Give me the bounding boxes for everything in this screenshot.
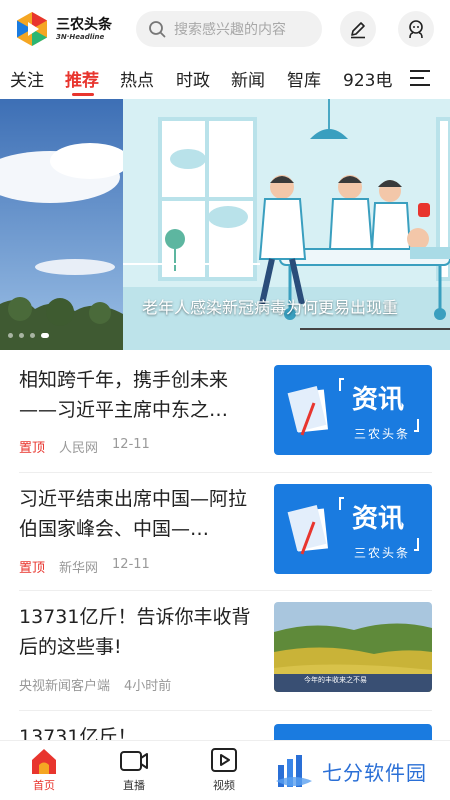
carousel-dot-active <box>41 333 49 338</box>
tab-politics[interactable]: 时政 <box>176 66 210 91</box>
pinned-badge: 置顶 <box>19 441 46 456</box>
news-source: 新华网 <box>59 561 99 576</box>
news-time: 4小时前 <box>124 679 172 694</box>
carousel-dot <box>19 333 24 338</box>
news-item[interactable]: 习近平结束出席中国—阿拉伯国家峰会、中国—… 置顶 新华网 12-11 资讯 三… <box>0 472 450 590</box>
news-source: 央视新闻客户端 <box>19 679 111 694</box>
publish-button[interactable] <box>340 11 376 47</box>
logo-mark-icon <box>14 11 50 47</box>
tab-news[interactable]: 新闻 <box>231 66 265 91</box>
nav-live[interactable]: 直播 <box>104 741 164 800</box>
thumb-subtitle: 三农头条 <box>354 427 411 441</box>
app-screen: 三农头条 3N·Headline 搜索感兴趣的内容 关注 推荐 热点 时政 新闻… <box>0 0 450 800</box>
carousel-indicator <box>8 333 49 338</box>
news-item[interactable]: 13731亿斤！告诉你丰收背后的这些事! 央视新闻客户端 4小时前 今年的丰收来… <box>0 590 450 710</box>
news-title: 13731亿斤！告诉你丰收背后的这些事! <box>19 606 251 658</box>
top-header: 三农头条 3N·Headline 搜索感兴趣的内容 <box>0 0 450 58</box>
search-box[interactable]: 搜索感兴趣的内容 <box>136 11 322 47</box>
news-time: 12-11 <box>112 557 150 572</box>
news-meta: 置顶 人民网 12-11 <box>19 437 150 456</box>
news-time: 12-11 <box>112 437 150 452</box>
home-icon <box>32 749 56 774</box>
watermark: 七分软件园 <box>266 746 444 796</box>
tab-recommend[interactable]: 推荐 <box>65 66 99 91</box>
tab-923-radio[interactable]: 923电 <box>343 66 392 91</box>
news-thumbnail: 资讯 三农头条 <box>274 484 432 574</box>
search-icon <box>149 21 166 38</box>
thumb-title: 资讯 <box>352 504 405 534</box>
news-source: 人民网 <box>59 441 99 456</box>
news-title: 习近平结束出席中国—阿拉伯国家峰会、中国—… <box>19 488 248 540</box>
thumb-subtitle: 三农头条 <box>354 546 411 560</box>
tab-think-tank[interactable]: 智库 <box>287 66 321 91</box>
tab-hot[interactable]: 热点 <box>120 66 154 91</box>
watermark-logo-icon <box>276 755 312 787</box>
app-logo[interactable]: 三农头条 3N·Headline <box>14 10 114 48</box>
carousel-dot <box>8 333 13 338</box>
tab-follow[interactable]: 关注 <box>10 66 44 91</box>
logo-title: 三农头条 <box>56 16 112 33</box>
pinned-badge: 置顶 <box>19 561 46 576</box>
nav-video[interactable]: 视频 <box>194 741 254 800</box>
news-item[interactable]: 相知跨千年，携手创未来——习近平主席中东之… 置顶 人民网 12-11 资讯 三… <box>0 350 450 472</box>
search-placeholder: 搜索感兴趣的内容 <box>174 22 286 38</box>
news-thumbnail: 今年的丰收来之不易 <box>274 602 432 692</box>
nav-label: 直播 <box>123 779 145 792</box>
category-tabs: 关注 推荐 热点 时政 新闻 智库 923电 <box>0 58 450 98</box>
banner-caption: 老年人感染新冠病毒为何更易出现重 <box>142 298 399 317</box>
nav-home[interactable]: 首页 <box>14 741 74 800</box>
carousel-banner[interactable]: 老年人感染新冠病毒为何更易出现重 <box>0 99 450 350</box>
news-meta: 央视新闻客户端 4小时前 <box>19 675 171 694</box>
carousel-dot <box>30 333 35 338</box>
video-camera-icon <box>120 751 148 771</box>
logo-subtitle: 3N·Headline <box>56 32 105 41</box>
user-icon <box>409 20 423 39</box>
news-title: 相知跨千年，携手创未来——习近平主席中东之… <box>19 369 229 421</box>
nav-label: 首页 <box>33 779 55 792</box>
play-icon <box>211 748 237 772</box>
watermark-text: 七分软件园 <box>322 760 427 785</box>
news-thumbnail: 资讯 三农头条 <box>274 365 432 455</box>
news-meta: 置顶 新华网 12-11 <box>19 557 150 576</box>
profile-button[interactable] <box>398 11 434 47</box>
thumb-title: 资讯 <box>352 385 405 415</box>
nav-label: 视频 <box>213 779 235 792</box>
channel-menu-icon[interactable] <box>408 68 432 88</box>
pencil-icon <box>351 22 365 39</box>
active-tab-indicator <box>72 93 94 96</box>
thumb-caption: 今年的丰收来之不易 <box>304 676 367 684</box>
